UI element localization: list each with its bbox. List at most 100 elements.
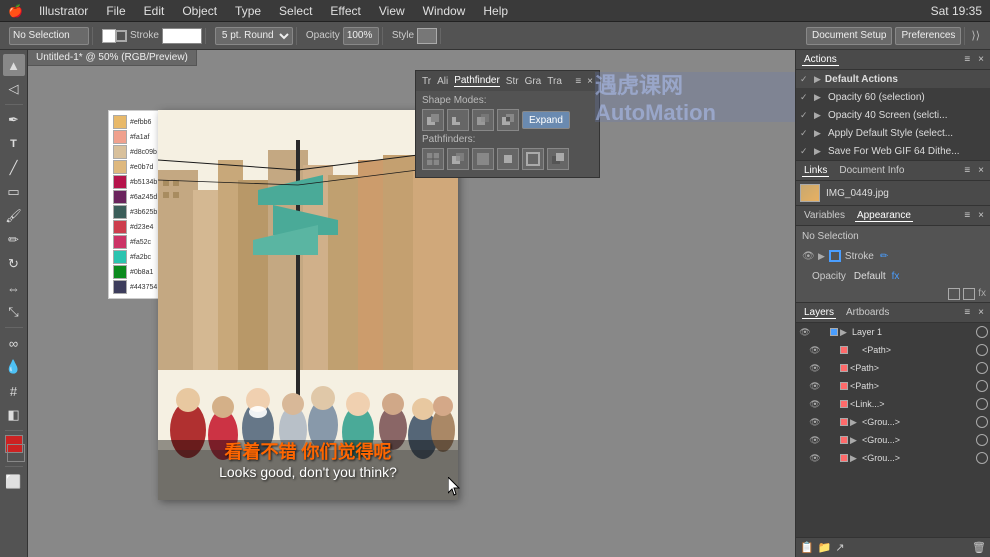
action-item-4[interactable]: ✓ ▶ Save For Web GIF 64 Dithe... (796, 142, 990, 160)
type-tool[interactable]: T (3, 133, 25, 155)
actions-close-icon[interactable]: × (978, 54, 984, 65)
path-2-eye[interactable]: 👁 (808, 363, 822, 374)
apple-icon[interactable]: 🍎 (8, 4, 23, 18)
pf-menu-icon[interactable]: ≡ (575, 76, 581, 87)
stroke-color[interactable] (7, 444, 25, 462)
opacity-input[interactable] (343, 27, 379, 45)
layer-path-2[interactable]: 👁 <Path> (796, 359, 990, 377)
group-1-expand[interactable]: ▶ (850, 417, 860, 428)
eyedrop-tool[interactable]: 💧 (3, 356, 25, 378)
group-3-expand[interactable]: ▶ (850, 453, 860, 464)
path-1-target[interactable] (976, 344, 988, 356)
move-selection-btn[interactable]: ↗ (835, 541, 844, 554)
stroke-swatch[interactable] (115, 30, 127, 42)
crop-btn[interactable] (497, 148, 519, 170)
ap-add-icon[interactable]: fx (978, 288, 986, 300)
minus-back-btn[interactable] (547, 148, 569, 170)
merge-btn[interactable] (472, 148, 494, 170)
ap-checkbox-2[interactable] (963, 288, 975, 300)
pf-tab-pathfinder[interactable]: Pathfinder (454, 75, 500, 87)
group-2-eye[interactable]: 👁 (808, 435, 822, 446)
sublayer-btn[interactable]: 📁 (818, 541, 832, 554)
scale-tool[interactable]: ⤡ (3, 301, 25, 323)
menu-file[interactable]: File (104, 4, 127, 18)
layers-close-icon[interactable]: × (978, 307, 984, 318)
swatch-2[interactable] (113, 130, 127, 144)
stroke-tri-icon[interactable]: ▶ (818, 251, 825, 262)
brush-tool[interactable]: 🖌 (3, 205, 25, 227)
link-eye[interactable]: 👁 (808, 399, 822, 410)
gradient-tool[interactable]: ◧ (3, 404, 25, 426)
stroke-width-select[interactable]: 5 pt. Round (215, 27, 293, 45)
link-target[interactable] (976, 398, 988, 410)
outline-btn[interactable] (522, 148, 544, 170)
actions-tab[interactable]: Actions (802, 54, 839, 66)
doc-setup-button[interactable]: Document Setup (806, 27, 893, 45)
action-item-2[interactable]: ✓ ▶ Opacity 40 Screen (selcti... (796, 106, 990, 124)
trim-btn[interactable] (447, 148, 469, 170)
pencil-tool[interactable]: ✏ (3, 229, 25, 251)
stroke-eye-icon[interactable]: 👁 (802, 251, 814, 262)
path-1-eye[interactable]: 👁 (808, 345, 822, 356)
intersect-btn[interactable] (472, 109, 494, 131)
mirror-tool[interactable]: ⇔ (3, 277, 25, 299)
expand-button[interactable]: Expand (522, 111, 570, 129)
layer-1[interactable]: 👁 ▶ Layer 1 (796, 323, 990, 341)
pf-tab-tra[interactable]: Tra (547, 76, 562, 87)
swatch-1[interactable] (113, 115, 127, 129)
pf-close-icon[interactable]: × (587, 76, 593, 87)
layers-tab[interactable]: Layers (802, 307, 836, 319)
make-layer-btn[interactable]: 📋 (800, 541, 814, 554)
swatch-11[interactable] (113, 265, 127, 279)
group-2-expand[interactable]: ▶ (850, 435, 860, 446)
pf-tab-tr[interactable]: Tr (422, 76, 431, 87)
menu-illustrator[interactable]: Illustrator (37, 4, 90, 18)
menu-window[interactable]: Window (421, 4, 468, 18)
menu-view[interactable]: View (377, 4, 407, 18)
group-1-eye[interactable]: 👁 (808, 417, 822, 428)
menu-type[interactable]: Type (233, 4, 263, 18)
layer-1-target[interactable] (976, 326, 988, 338)
layer-path-1[interactable]: 👁 <Path> (796, 341, 990, 359)
group-2-target[interactable] (976, 434, 988, 446)
group-1-target[interactable] (976, 416, 988, 428)
layer-link[interactable]: 👁 <Link...> (796, 395, 990, 413)
preferences-button[interactable]: Preferences (895, 27, 961, 45)
menu-object[interactable]: Object (180, 4, 219, 18)
rect-tool[interactable]: ▭ (3, 181, 25, 203)
actions-menu-icon[interactable]: ≡ (964, 54, 970, 65)
rotate-tool[interactable]: ↻ (3, 253, 25, 275)
pf-tab-gra[interactable]: Gra (525, 76, 542, 87)
minus-front-btn[interactable] (447, 109, 469, 131)
layer-1-eye[interactable]: 👁 (798, 327, 812, 338)
unite-btn[interactable] (422, 109, 444, 131)
menu-effect[interactable]: Effect (328, 4, 362, 18)
divide-btn[interactable] (422, 148, 444, 170)
select-tool[interactable]: ▲ (3, 54, 25, 76)
mesh-tool[interactable]: # (3, 380, 25, 402)
exclude-btn[interactable] (497, 109, 519, 131)
links-close-icon[interactable]: × (978, 165, 984, 176)
links-menu-icon[interactable]: ≡ (964, 165, 970, 176)
ap-checkbox-1[interactable] (948, 288, 960, 300)
swatch-9[interactable] (113, 235, 127, 249)
opacity-link-icon[interactable]: fx (892, 271, 900, 282)
stroke-row[interactable]: 👁 ▶ Stroke ✏ (796, 246, 990, 266)
swatch-6[interactable] (113, 190, 127, 204)
appearance-close-icon[interactable]: × (978, 210, 984, 221)
swatch-3[interactable] (113, 145, 127, 159)
expand-icon[interactable]: ⟩⟩ (971, 29, 980, 42)
direct-select-tool[interactable]: ◁ (3, 78, 25, 100)
stroke-edit-icon[interactable]: ✏ (880, 251, 888, 262)
selection-field[interactable] (9, 27, 89, 45)
group-3-eye[interactable]: 👁 (808, 453, 822, 464)
swatch-8[interactable] (113, 220, 127, 234)
canvas-area[interactable]: Untitled-1* @ 50% (RGB/Preview) 遇虎课网 Aut… (28, 50, 795, 557)
group-3-target[interactable] (976, 452, 988, 464)
layer-1-expand[interactable]: ▶ (840, 327, 850, 338)
swatch-4[interactable] (113, 160, 127, 174)
swatch-5[interactable] (113, 175, 127, 189)
links-tab[interactable]: Links (802, 165, 829, 177)
pen-tool[interactable]: ✒ (3, 109, 25, 131)
layer-group-1[interactable]: 👁 ▶ <Grou...> (796, 413, 990, 431)
